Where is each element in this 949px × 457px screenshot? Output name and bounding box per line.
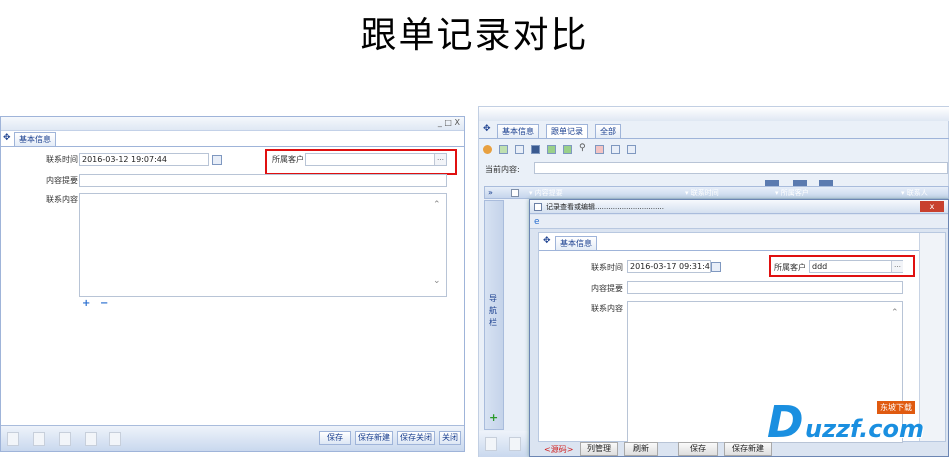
add-icon[interactable]: + <box>489 411 498 424</box>
watermark-brand: uzzf.com <box>805 415 924 443</box>
save-button-label: 保存 <box>327 433 343 442</box>
col-customer-label: 所属客户 <box>780 189 809 197</box>
customer-label: 所属客户 <box>774 263 806 272</box>
tab-follow-records[interactable]: 跟单记录 <box>546 124 588 138</box>
current-content-field[interactable] <box>534 162 948 174</box>
browser-icon[interactable]: e <box>534 217 540 227</box>
window-controls[interactable]: _ □ X <box>438 118 460 127</box>
tab-divider <box>539 250 945 251</box>
expand-icon[interactable]: » <box>488 188 493 197</box>
nav-label: 导航栏 <box>489 294 497 327</box>
refresh-button[interactable]: 刷新 <box>624 442 658 456</box>
col-contact[interactable]: ▾ 联系人 <box>901 188 928 198</box>
column-manage-button[interactable]: 列管理 <box>580 442 618 456</box>
move-icon: ✥ <box>543 236 551 246</box>
add-icon[interactable]: + <box>82 298 90 309</box>
search-icon[interactable]: ⚲ <box>579 143 586 153</box>
slide-title: 跟单记录对比 <box>360 15 589 56</box>
move-icon: ✥ <box>3 133 11 143</box>
tab-basic-info[interactable]: 基本信息 <box>14 132 56 146</box>
window-titlebar: _ □ X <box>1 117 464 131</box>
contact-time-label: 联系时间 <box>46 155 78 164</box>
toolbar: ⚲ <box>483 143 683 157</box>
customer-lookup-button[interactable]: … <box>891 261 903 272</box>
source-link[interactable]: <源码> <box>544 444 573 455</box>
right-header <box>479 107 949 121</box>
save-button[interactable]: 保存 <box>678 442 718 456</box>
calendar-icon[interactable] <box>212 155 222 165</box>
content-label: 联系内容 <box>591 304 623 313</box>
customer-lookup-button[interactable]: … <box>434 154 446 165</box>
col-summary-label: 内容提要 <box>534 189 563 197</box>
summary-input[interactable] <box>79 174 447 187</box>
save-icon[interactable] <box>531 145 540 154</box>
col-contact-label: 联系人 <box>906 189 928 197</box>
filter-icon[interactable] <box>611 145 620 154</box>
col-contact-time[interactable]: ▾ 联系时间 <box>685 188 719 198</box>
summary-label: 内容提要 <box>46 176 78 185</box>
dialog-toolbar: e <box>530 215 948 229</box>
customer-label: 所属客户 <box>272 155 304 164</box>
current-content-label: 当前内容: <box>485 165 520 174</box>
doc-icon[interactable] <box>7 432 19 446</box>
new-icon[interactable] <box>499 145 508 154</box>
grid-header: » ▾ 内容提要 ▾ 联系时间 ▾ 所属客户 ▾ 联系人 <box>484 186 949 199</box>
list-icon[interactable] <box>109 432 121 446</box>
refresh-icon[interactable] <box>59 432 71 446</box>
home-icon[interactable] <box>483 145 492 154</box>
dialog-titlebar: 记录查看或编辑............................... x <box>530 200 948 214</box>
summary-input[interactable] <box>627 281 903 294</box>
save-button[interactable]: 保存 <box>319 431 351 445</box>
doc-icon[interactable] <box>485 437 497 451</box>
dialog-close-button[interactable]: x <box>920 201 944 212</box>
watermark-logo-mark: D <box>767 397 804 448</box>
close-button[interactable]: 关闭 <box>439 431 461 445</box>
col-contact-time-label: 联系时间 <box>690 189 719 197</box>
scroll-up-icon[interactable]: ⌃ <box>433 200 441 210</box>
contact-time-label: 联系时间 <box>591 263 623 272</box>
scroll-down-icon[interactable]: ⌄ <box>433 276 441 286</box>
content-label: 联系内容 <box>46 195 78 204</box>
calc-icon[interactable] <box>627 145 636 154</box>
left-footer-toolbar: 保存 保存新建 保存关闭 关闭 <box>1 425 464 451</box>
customer-field[interactable]: ddd <box>809 260 903 273</box>
summary-label: 内容提要 <box>591 284 623 293</box>
col-customer[interactable]: ▾ 所属客户 <box>775 188 809 198</box>
contact-time-field[interactable]: 2016-03-12 19:07:44 <box>79 153 209 166</box>
edit-icon[interactable] <box>509 437 521 451</box>
watermark-sub: 东坡下载 <box>877 401 915 414</box>
save-close-button[interactable]: 保存关闭 <box>397 431 435 445</box>
site-watermark: D uzzf.com 东坡下载 <box>767 395 947 453</box>
scroll-up-icon[interactable]: ⌃ <box>891 308 899 318</box>
tab-basic-info[interactable]: 基本信息 <box>555 236 597 250</box>
nav-strip[interactable]: 导航栏 + <box>484 200 504 430</box>
tab-basic-info[interactable]: 基本信息 <box>497 124 539 138</box>
calendar-icon[interactable] <box>711 262 721 272</box>
col-summary[interactable]: ▾ 内容提要 <box>529 188 563 198</box>
right-app-window: ✥ 基本信息 跟单记录 全部 ⚲ 当前内容: » ▾ 内容提要 ▾ 联系时间 ▾… <box>478 106 949 457</box>
customer-field[interactable] <box>305 153 447 166</box>
save-new-button[interactable]: 保存新建 <box>724 442 772 456</box>
export-icon[interactable] <box>547 145 556 154</box>
print-icon[interactable] <box>85 432 97 446</box>
import-icon[interactable] <box>563 145 572 154</box>
select-all-checkbox[interactable] <box>511 189 519 197</box>
edit-icon[interactable] <box>33 432 45 446</box>
save-new-button[interactable]: 保存新建 <box>355 431 393 445</box>
tab-all[interactable]: 全部 <box>595 124 621 138</box>
move-icon: ✥ <box>483 124 491 134</box>
dialog-icon <box>534 203 542 211</box>
tab-divider <box>1 146 464 147</box>
dialog-title: 记录查看或编辑............................... <box>546 203 664 211</box>
edit-icon[interactable] <box>515 145 524 154</box>
left-form-window: _ □ X ✥ 基本信息 联系时间 2016-03-12 19:07:44 所属… <box>0 116 465 452</box>
contact-time-field[interactable]: 2016-03-17 09:31:46 <box>627 260 711 273</box>
remove-icon[interactable]: − <box>100 298 108 309</box>
content-textarea[interactable] <box>79 193 447 297</box>
tab-divider <box>479 138 949 139</box>
pdf-icon[interactable] <box>595 145 604 154</box>
